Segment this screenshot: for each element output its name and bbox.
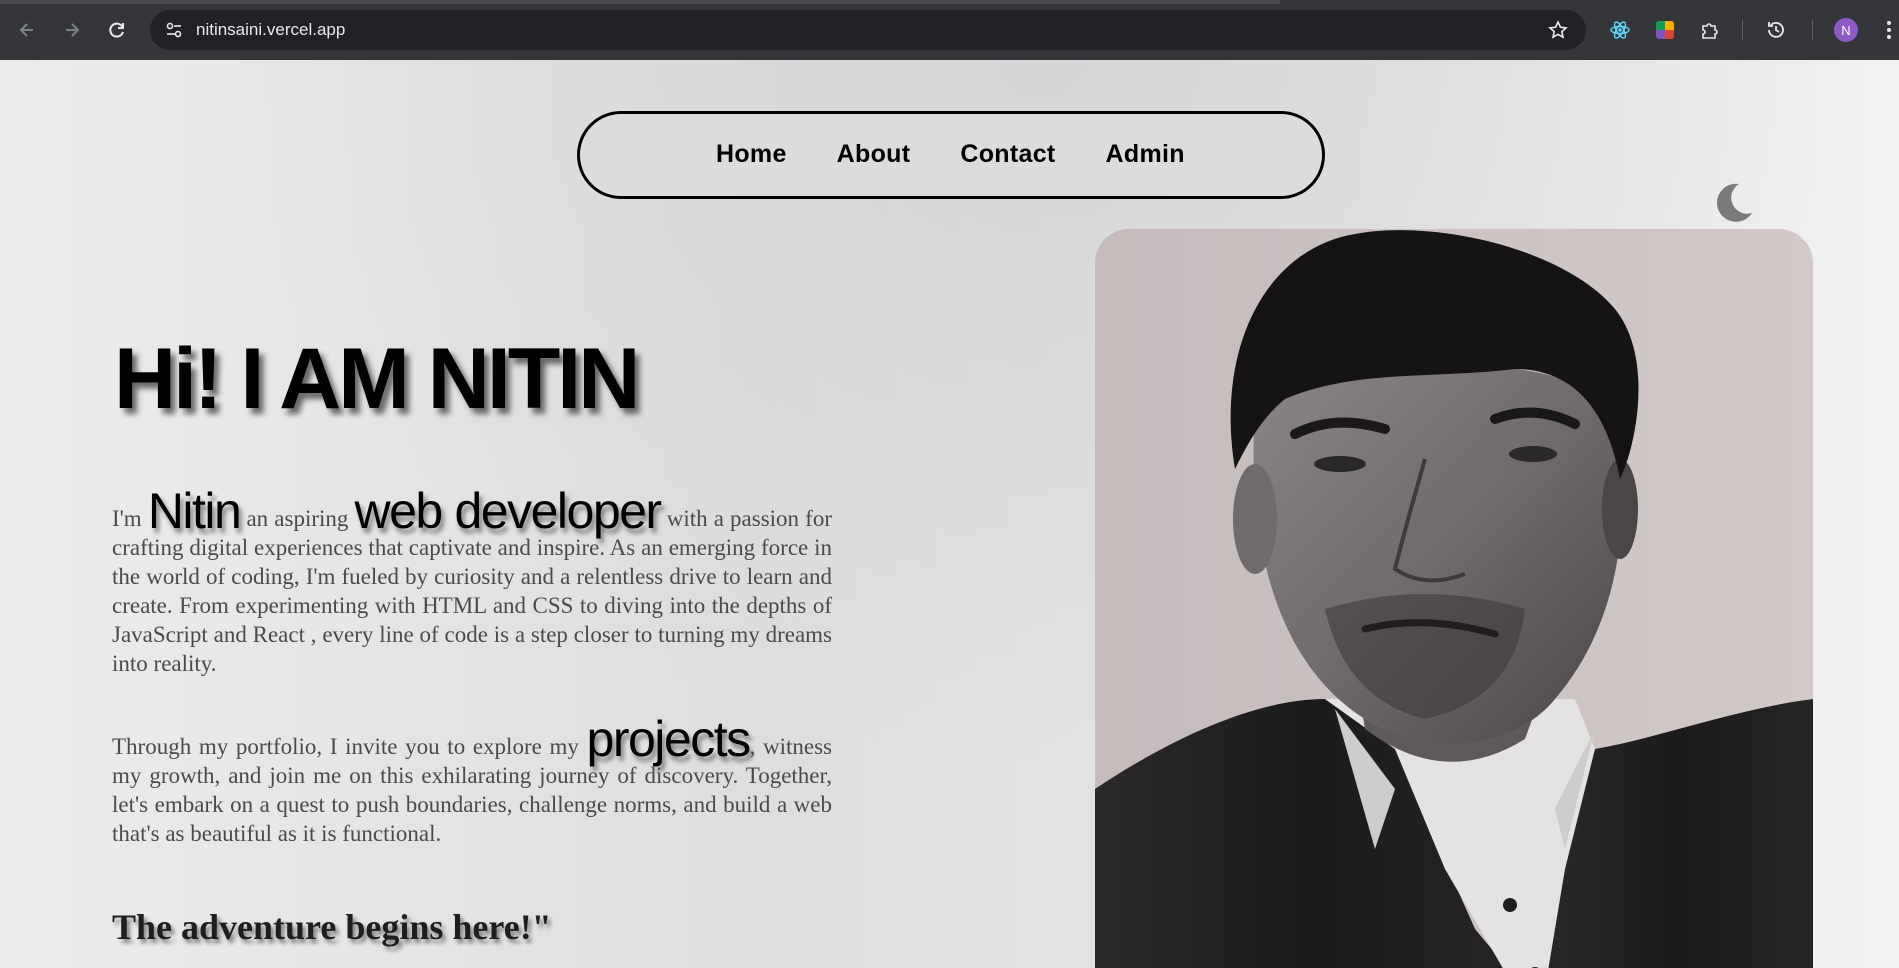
dark-mode-toggle-moon-icon[interactable] — [1712, 182, 1754, 224]
nav-about-link[interactable]: About — [837, 140, 911, 168]
history-icon[interactable] — [1760, 14, 1792, 46]
color-picker-icon[interactable] — [1649, 14, 1681, 46]
site-info-icon[interactable] — [160, 16, 188, 44]
reload-icon[interactable] — [101, 14, 133, 46]
highlight-projects: projects — [586, 711, 752, 767]
intro-text: I'm — [112, 506, 148, 531]
react-devtools-icon[interactable] — [1604, 14, 1636, 46]
intro-text: an aspiring — [240, 506, 355, 531]
highlight-role: web developer — [354, 483, 663, 539]
forward-icon[interactable] — [56, 14, 88, 46]
nav-home-link[interactable]: Home — [716, 140, 787, 168]
nav-contact-link[interactable]: Contact — [960, 140, 1055, 168]
extensions-puzzle-icon[interactable] — [1694, 14, 1726, 46]
portfolio-text: Through my portfolio, I invite you to ex… — [112, 734, 587, 759]
browser-toolbar: nitinsaini.vercel.app N — [0, 0, 1899, 60]
toolbar-divider — [1742, 20, 1743, 40]
profile-avatar[interactable]: N — [1834, 18, 1858, 42]
nav-admin-link[interactable]: Admin — [1106, 140, 1185, 168]
portrait-illustration — [1095, 230, 1813, 968]
tab-strip — [0, 0, 1280, 4]
back-icon[interactable] — [11, 14, 43, 46]
toolbar-divider — [1812, 20, 1813, 40]
highlight-name: Nitin — [147, 483, 242, 539]
intro-paragraph: I'm Nitin an aspiring web developer with… — [112, 486, 832, 678]
page-viewport: Home About Contact Admin Hi! I AM NITIN … — [0, 60, 1899, 968]
address-bar[interactable]: nitinsaini.vercel.app — [150, 10, 1586, 50]
kebab-menu-icon[interactable] — [1880, 14, 1898, 46]
bookmark-star-icon[interactable] — [1544, 16, 1572, 44]
tagline-quote: The adventure begins here!" — [112, 907, 552, 947]
portfolio-paragraph: Through my portfolio, I invite you to ex… — [112, 714, 832, 848]
profile-photo — [1095, 229, 1813, 968]
main-navbar: Home About Contact Admin — [577, 111, 1325, 199]
url-text[interactable]: nitinsaini.vercel.app — [196, 20, 345, 40]
hero-title: Hi! I AM NITIN — [114, 331, 640, 427]
